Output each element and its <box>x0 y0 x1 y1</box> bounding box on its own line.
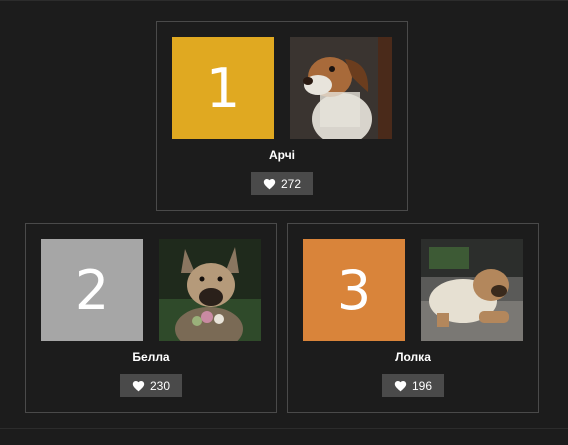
leaderboard-card-3: 3 Лолка 196 <box>287 223 539 413</box>
like-button[interactable]: 230 <box>120 374 182 397</box>
dog-photo[interactable] <box>421 239 523 341</box>
heart-icon <box>394 380 407 392</box>
like-count: 272 <box>280 176 302 191</box>
heart-icon <box>263 178 276 190</box>
like-count: 196 <box>411 378 433 393</box>
leaderboard-card-1: 1 Арчі 272 <box>156 21 408 211</box>
dog-name: Арчі <box>269 148 295 162</box>
dog-photo[interactable] <box>159 239 261 341</box>
like-button[interactable]: 272 <box>251 172 313 195</box>
dog-photo[interactable] <box>290 37 392 139</box>
like-button[interactable]: 196 <box>382 374 444 397</box>
bottom-divider <box>0 428 568 429</box>
dog-photo-sharpei-icon <box>421 239 523 341</box>
heart-icon <box>132 380 145 392</box>
top-divider <box>0 0 568 1</box>
rank-badge: 1 <box>172 37 274 139</box>
leaderboard-card-2: 2 Белла 230 <box>25 223 277 413</box>
dog-photo-hound-icon <box>290 37 392 139</box>
rank-badge: 3 <box>303 239 405 341</box>
dog-name: Лолка <box>395 350 431 364</box>
dog-photo-shepherd-icon <box>159 239 261 341</box>
like-count: 230 <box>149 378 171 393</box>
dog-name: Белла <box>132 350 170 364</box>
rank-badge: 2 <box>41 239 143 341</box>
